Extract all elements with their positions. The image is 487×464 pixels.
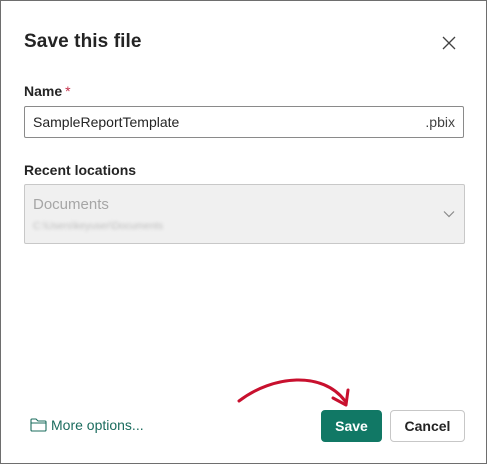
file-extension: .pbix (425, 114, 455, 130)
location-name: Documents (33, 196, 109, 213)
annotation-arrow (237, 378, 350, 407)
file-name-field[interactable]: .pbix (24, 106, 464, 138)
recent-locations-label: Recent locations (24, 162, 137, 178)
more-options-link[interactable]: More options... (30, 417, 144, 433)
chevron-down-icon (443, 211, 455, 218)
save-button[interactable]: Save (321, 410, 382, 442)
save-file-dialog: Save this file Name* .pbix Recent locati… (0, 0, 487, 464)
required-indicator: * (65, 83, 71, 99)
name-label-text: Name (24, 83, 63, 99)
folder-icon (30, 418, 47, 432)
more-options-label: More options... (51, 417, 144, 433)
close-button[interactable] (437, 31, 461, 55)
recent-locations-dropdown[interactable]: Documents C:\Users\keyuser\Documents (24, 184, 465, 244)
dialog-title: Save this file (24, 31, 142, 52)
close-icon (442, 36, 456, 50)
location-path: C:\Users\keyuser\Documents (33, 221, 164, 232)
cancel-button[interactable]: Cancel (390, 410, 465, 442)
name-label: Name * (24, 83, 71, 99)
file-name-input[interactable] (33, 107, 413, 137)
